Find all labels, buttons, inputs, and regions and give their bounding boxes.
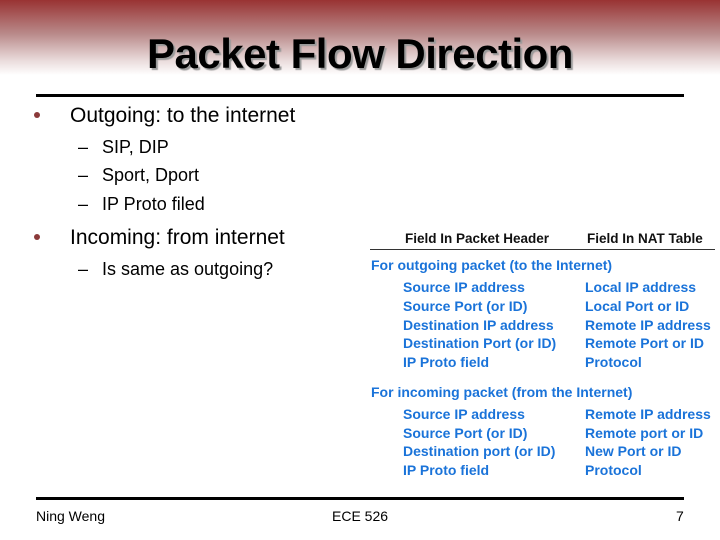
bullet-text: Incoming: from internet <box>70 226 285 249</box>
dash-icon: – <box>78 137 89 157</box>
title-divider <box>36 94 684 97</box>
header-nat-field: Field In NAT Table <box>587 231 703 246</box>
section-incoming-label: For incoming packet (from the Internet) <box>371 384 633 400</box>
sub-bullet: – IP Proto filed <box>78 194 205 215</box>
table-cell: Destination IP address <box>403 317 554 333</box>
table-cell: Source Port (or ID) <box>403 298 528 314</box>
footer-author: Ning Weng <box>36 508 106 524</box>
slide-title: Packet Flow Direction <box>147 30 573 77</box>
sub-bullet: – Sport, Dport <box>78 165 199 186</box>
table-cell: Remote IP address <box>585 317 711 333</box>
table-cell: New Port or ID <box>585 443 682 459</box>
table-cell: Source IP address <box>403 279 525 295</box>
footer-page-number: 7 <box>676 508 684 524</box>
sub-bullet-text: Is same as outgoing? <box>102 259 274 279</box>
sub-bullet: – SIP, DIP <box>78 137 169 158</box>
table-cell: IP Proto field <box>403 462 490 478</box>
dash-icon: – <box>78 165 89 185</box>
sub-bullet: – Is same as outgoing? <box>78 259 273 280</box>
sub-bullet-text: IP Proto filed <box>102 194 205 214</box>
table-cell: Remote Port or ID <box>585 335 705 351</box>
dash-icon: – <box>78 259 89 279</box>
table-cell: Destination port (or ID) <box>403 443 556 459</box>
sub-bullet-text: Sport, Dport <box>102 165 200 185</box>
header-packet-field: Field In Packet Header <box>405 231 550 246</box>
table-cell: Source Port (or ID) <box>403 425 528 441</box>
table-cell: Protocol <box>585 354 642 370</box>
table-cell: Remote IP address <box>585 406 711 422</box>
footer-divider <box>36 497 684 500</box>
section-outgoing-label: For outgoing packet (to the Internet) <box>371 257 613 273</box>
bullet-dot-icon <box>34 112 40 118</box>
dash-icon: – <box>78 194 89 214</box>
bullet-dot-icon <box>34 234 40 240</box>
table-cell: Local Port or ID <box>585 298 690 314</box>
sub-bullet-text: SIP, DIP <box>102 137 169 157</box>
footer-course: ECE 526 <box>332 508 389 524</box>
table-cell: IP Proto field <box>403 354 490 370</box>
table-cell: Protocol <box>585 462 642 478</box>
table-header: Field In Packet Header Field In NAT Tabl… <box>370 228 715 248</box>
table-cell: Destination Port (or ID) <box>403 335 557 351</box>
table-cell: Local IP address <box>585 279 697 295</box>
table-cell: Source IP address <box>403 406 525 422</box>
table-cell: Remote port or ID <box>585 425 704 441</box>
bullet-text: Outgoing: to the internet <box>70 104 296 127</box>
table-header-rule <box>370 249 715 250</box>
